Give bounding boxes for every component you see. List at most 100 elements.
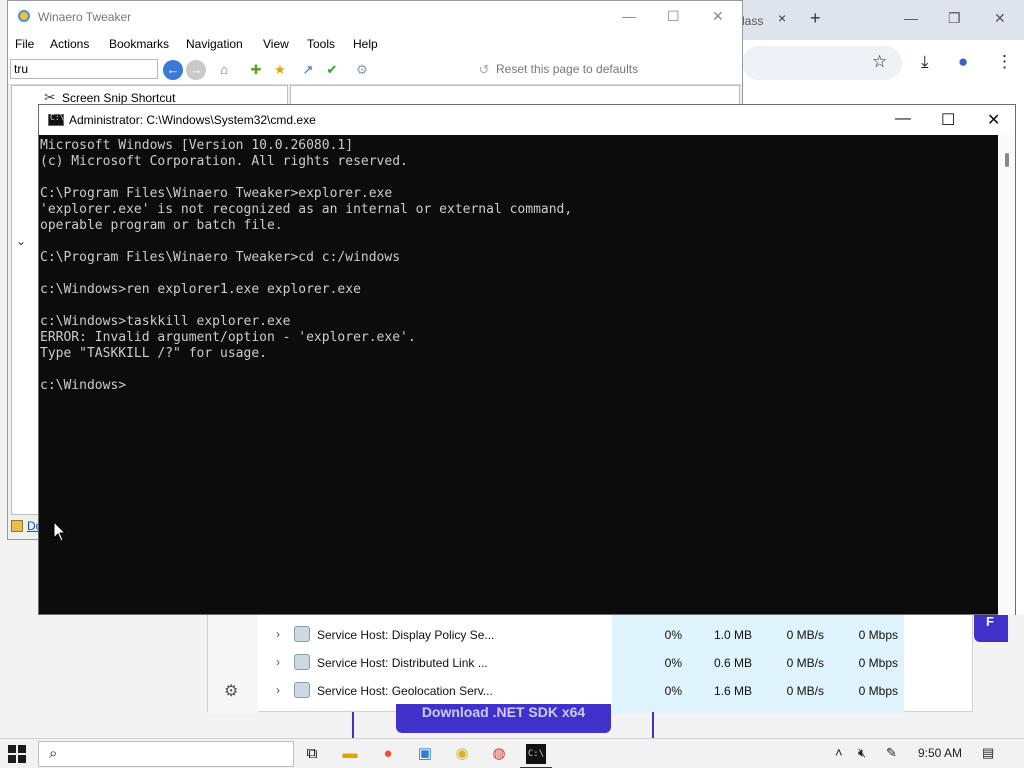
home-icon[interactable]: ⌂	[214, 60, 234, 80]
winaero-content-pane	[290, 85, 740, 105]
chrome-icon[interactable]: ◍	[489, 744, 509, 764]
menu-view[interactable]: View	[263, 37, 289, 51]
cmd-icon[interactable]: C:\	[520, 744, 552, 768]
menu-file[interactable]: File	[15, 37, 34, 51]
tree-item-screen-snip[interactable]: Screen Snip Shortcut	[62, 91, 175, 105]
file-explorer-icon[interactable]: ▬	[340, 744, 360, 764]
chevron-up-icon[interactable]: ˄	[835, 745, 843, 760]
minimize-icon[interactable]: —	[622, 8, 636, 24]
add-bookmark-icon[interactable]: ✚	[246, 60, 266, 80]
process-cpu: 0%	[664, 684, 682, 698]
settings-gear-icon[interactable]: ⚙	[352, 60, 372, 80]
winaero-titlebar: Winaero Tweaker — ☐ ✕	[8, 1, 742, 33]
feedback-tab-text: F	[986, 614, 994, 629]
cmd-app-icon	[48, 113, 64, 126]
cmd-title: Administrator: C:\Windows\System32\cmd.e…	[69, 113, 316, 127]
cmd-output-line: c:\Windows>ren explorer1.exe explorer.ex…	[40, 282, 361, 297]
profile-icon[interactable]: ●	[958, 52, 968, 72]
chevron-down-icon[interactable]: ⌄	[16, 234, 26, 248]
reset-page-label[interactable]: Reset this page to defaults	[496, 62, 638, 76]
taskbar-search-input[interactable]: ⌕	[38, 741, 294, 767]
apply-check-icon[interactable]: ✔	[322, 60, 342, 80]
maximize-icon[interactable]: ☐	[667, 8, 680, 25]
cmd-output-line	[40, 170, 999, 186]
bookmark-star-icon[interactable]: ☆	[872, 52, 887, 72]
chrome-page	[738, 86, 1024, 104]
process-net: 0 Mbps	[858, 628, 898, 642]
back-icon[interactable]: ←	[163, 60, 183, 80]
download-sdk-label: Download .NET SDK x64	[421, 704, 586, 720]
menu-bookmarks[interactable]: Bookmarks	[109, 37, 169, 51]
winaero-menubar: File Actions Bookmarks Navigation View T…	[8, 33, 742, 55]
cmd-output-line: C:\Program Files\Winaero Tweaker>explore…	[40, 186, 393, 201]
cmd-output-line: Microsoft Windows [Version 10.0.26080.1]	[40, 138, 354, 153]
menu-tools[interactable]: Tools	[307, 37, 335, 51]
shortcut-icon[interactable]: ↗	[298, 60, 318, 80]
service-gear-icon	[294, 682, 310, 698]
winaero-toolbar: tru ← → ⌂ ✚ ★ ↗ ✔ ⚙ ↺ Reset this page to…	[8, 55, 742, 85]
volume-muted-icon[interactable]: 🔇︎	[858, 745, 866, 761]
scrollbar-thumb[interactable]	[1005, 153, 1009, 167]
chrome-tabstrip: lass × + — ❐ ✕	[738, 0, 1024, 40]
maximize-icon[interactable]: ☐	[941, 110, 955, 130]
menu-help[interactable]: Help	[353, 37, 378, 51]
process-row[interactable]: › Service Host: Display Policy Se... 0% 1.0…	[268, 621, 972, 649]
chrome-tab[interactable]: lass	[738, 6, 798, 36]
process-cpu: 0%	[664, 628, 682, 642]
cmd-console[interactable]: Microsoft Windows [Version 10.0.26080.1]…	[39, 135, 999, 615]
taskbar: ⌕ ⧉ ▬ ● ▣ ◉ ◍ C:\ ˄ 🔇︎ ✎ 9:50 AM ▤	[0, 738, 1024, 768]
reset-icon[interactable]: ↺	[474, 60, 494, 80]
download-icon[interactable]: ⤓	[921, 52, 929, 72]
search-input[interactable]: tru	[10, 59, 158, 79]
winaero-app-icon	[18, 10, 30, 22]
process-row[interactable]: › Service Host: Geolocation Serv... 0% 1.6 …	[268, 677, 972, 705]
restore-icon[interactable]: ❐	[948, 10, 961, 27]
cmd-window: Administrator: C:\Windows\System32\cmd.e…	[38, 104, 1016, 615]
forward-icon[interactable]: →	[186, 60, 206, 80]
clock[interactable]: 9:50 AM	[918, 746, 962, 760]
chevron-right-icon[interactable]: ›	[276, 683, 280, 697]
cmd-output-line: Type "TASKKILL /?" for usage.	[40, 346, 267, 361]
cmd-scrollbar[interactable]	[998, 135, 1015, 615]
download-sdk-button[interactable]: Download .NET SDK x64	[396, 704, 611, 733]
settings-gear-icon[interactable]: ⚙	[224, 681, 238, 701]
menu-actions[interactable]: Actions	[50, 37, 89, 51]
process-disk: 0 MB/s	[786, 628, 824, 642]
close-icon[interactable]: ✕	[712, 8, 724, 25]
minimize-icon[interactable]: —	[904, 10, 918, 26]
menu-navigation[interactable]: Navigation	[186, 37, 243, 51]
process-row[interactable]: › Service Host: Distributed Link ... 0% 0.6…	[268, 649, 972, 677]
process-net: 0 Mbps	[858, 656, 898, 670]
service-gear-icon	[294, 626, 310, 642]
close-icon[interactable]: ✕	[994, 10, 1006, 27]
task-view-icon[interactable]: ⧉	[302, 744, 322, 764]
process-disk: 0 MB/s	[786, 656, 824, 670]
bookmarks-star-icon[interactable]: ★	[270, 60, 290, 80]
pen-icon[interactable]: ✎	[886, 745, 897, 761]
chrome-toolbar: ☆ ⤓ ● ⋮	[738, 40, 1024, 86]
firefox-icon[interactable]: ●	[378, 744, 398, 764]
service-gear-icon	[294, 654, 310, 670]
photos-icon[interactable]: ▣	[415, 744, 435, 764]
banner-border-right	[652, 712, 654, 738]
chrome-window: lass × + — ❐ ✕ ☆ ⤓ ● ⋮	[738, 0, 1024, 104]
cmd-output-line: c:\Windows>taskkill explorer.exe	[40, 314, 291, 329]
close-tab-icon[interactable]: ×	[778, 10, 786, 26]
cmd-titlebar: Administrator: C:\Windows\System32\cmd.e…	[39, 105, 1015, 135]
cmd-output-line: (c) Microsoft Corporation. All rights re…	[40, 154, 408, 169]
donate-icon	[11, 520, 23, 532]
cmd-output-line	[40, 362, 999, 378]
new-tab-icon[interactable]: +	[810, 8, 821, 29]
minimize-icon[interactable]: —	[895, 110, 911, 128]
process-mem: 1.0 MB	[713, 628, 752, 642]
process-mem: 0.6 MB	[713, 656, 752, 670]
menu-icon[interactable]: ⋮	[996, 52, 1013, 72]
chevron-right-icon[interactable]: ›	[276, 655, 280, 669]
windows-start-icon[interactable]	[8, 745, 26, 763]
notification-icon[interactable]: ▤	[982, 745, 994, 761]
cmd-output-line	[40, 298, 999, 314]
close-icon[interactable]: ✕	[987, 110, 1000, 130]
chevron-right-icon[interactable]: ›	[276, 627, 280, 641]
winaero-icon[interactable]: ◉	[452, 744, 472, 764]
winaero-title: Winaero Tweaker	[38, 10, 132, 24]
